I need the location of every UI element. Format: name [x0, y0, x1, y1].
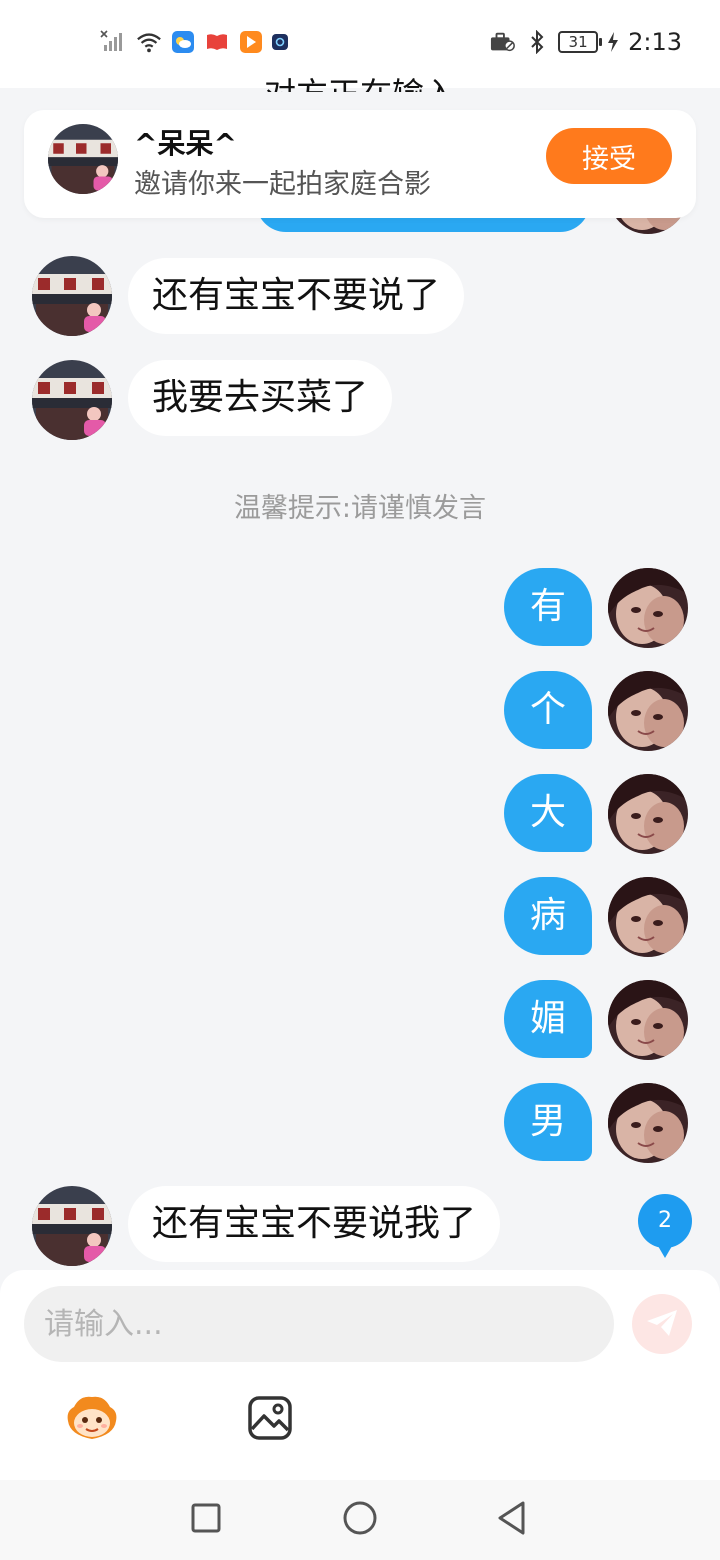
- bluetooth-icon: [524, 29, 550, 55]
- image-button[interactable]: [240, 1390, 300, 1450]
- wifi-icon: [136, 29, 162, 55]
- app-icon: [272, 34, 288, 50]
- avatar-self[interactable]: [608, 568, 688, 648]
- weather-app-icon: [172, 31, 194, 53]
- received-message[interactable]: 还有宝宝不要说了: [128, 258, 465, 334]
- avatar-self[interactable]: [608, 774, 688, 854]
- chat-area[interactable]: 还有宝宝不要说了 我要去买菜了 温馨提示:请谨慎发言 有 个 大 病 媚 男 还…: [0, 88, 720, 1268]
- status-right: 31 2:13: [490, 28, 682, 56]
- battery-icon: 31: [558, 31, 603, 53]
- avatar-contact[interactable]: [32, 256, 112, 336]
- home-button[interactable]: [340, 1500, 380, 1540]
- send-icon: [645, 1308, 679, 1341]
- send-button[interactable]: [632, 1294, 692, 1354]
- unread-badge[interactable]: 2: [638, 1194, 692, 1258]
- warning-tip: 温馨提示:请谨慎发言: [233, 493, 487, 524]
- video-app-icon: [240, 31, 262, 53]
- received-message[interactable]: 我要去买菜了: [128, 360, 393, 436]
- avatar-self[interactable]: [608, 877, 688, 957]
- briefcase-icon: [490, 29, 516, 55]
- sent-message[interactable]: 男: [504, 1083, 592, 1161]
- page-title: 对方正在输入: [0, 70, 720, 92]
- sent-message[interactable]: 大: [504, 774, 592, 852]
- status-time: 2:13: [628, 28, 682, 56]
- received-message[interactable]: 还有宝宝不要说我了: [128, 1186, 501, 1262]
- charging-icon: [606, 29, 620, 55]
- avatar-contact[interactable]: [32, 360, 112, 440]
- inviter-avatar: [48, 124, 118, 194]
- avatar-contact[interactable]: [32, 1186, 112, 1266]
- recent-apps-button[interactable]: [186, 1500, 226, 1540]
- status-left: [100, 28, 288, 56]
- sent-message[interactable]: 媚: [504, 980, 592, 1058]
- back-icon: [496, 1500, 528, 1540]
- image-icon: [247, 1395, 293, 1445]
- inviter-name: ^呆呆^: [134, 127, 237, 160]
- input-panel: [0, 1270, 720, 1480]
- no-signal-icon: [100, 29, 126, 55]
- home-icon: [342, 1500, 378, 1540]
- avatar-self[interactable]: [608, 671, 688, 751]
- reading-app-icon: [204, 29, 230, 55]
- navigation-bar: [0, 1480, 720, 1560]
- accept-button[interactable]: 接受: [546, 128, 672, 184]
- sent-message[interactable]: 有: [504, 568, 592, 646]
- invite-message: 邀请你来一起拍家庭合影: [134, 169, 431, 200]
- invite-card[interactable]: ^呆呆^ 邀请你来一起拍家庭合影 接受: [24, 110, 696, 218]
- back-button[interactable]: [492, 1500, 532, 1540]
- emoji-button[interactable]: [62, 1390, 122, 1450]
- avatar-self[interactable]: [608, 1083, 688, 1163]
- recent-apps-icon: [190, 1502, 222, 1538]
- sent-message[interactable]: 病: [504, 877, 592, 955]
- emoji-mascot-icon: [64, 1393, 120, 1447]
- sent-message[interactable]: 个: [504, 671, 592, 749]
- message-input[interactable]: [24, 1286, 614, 1362]
- avatar-self[interactable]: [608, 980, 688, 1060]
